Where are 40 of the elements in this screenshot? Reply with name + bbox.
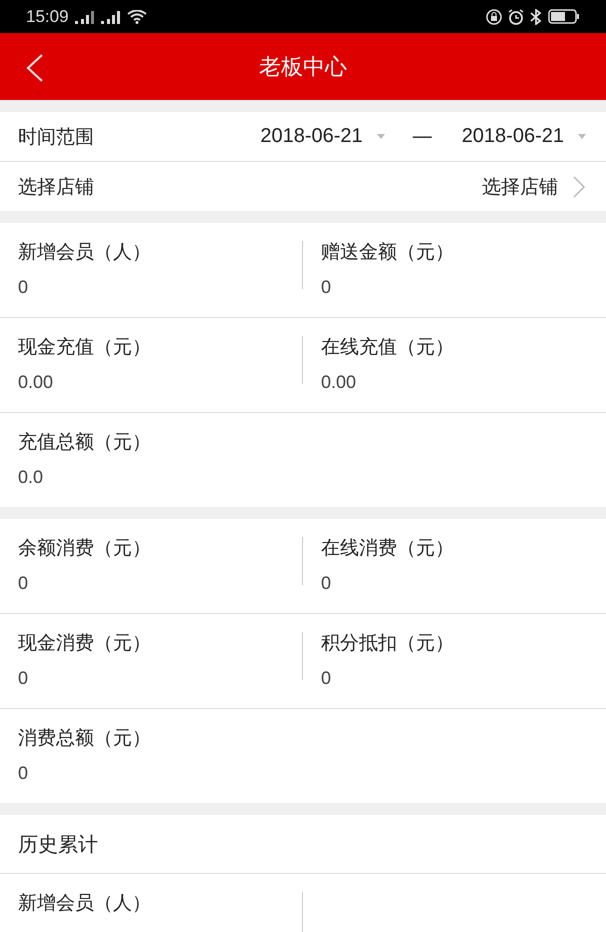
metric-value: 0.00 — [321, 372, 358, 393]
wifi-icon — [126, 10, 147, 24]
metric-label: 充值总额（元） — [18, 430, 152, 455]
metric-label: 新增会员（人） — [18, 240, 152, 265]
metric-label: 赠送金额（元） — [321, 240, 455, 265]
metric-label: 现金消费（元） — [18, 631, 152, 656]
signal-icon — [100, 10, 121, 24]
field-label: 选择店铺 — [18, 174, 94, 200]
metric-label: 在线消费（元） — [321, 536, 455, 561]
store-selector[interactable]: 选择店铺 — [482, 174, 586, 200]
signal-icon — [74, 10, 95, 24]
lock-rotation-icon — [486, 8, 502, 24]
metric-value: 0 — [18, 763, 30, 784]
caret-icon — [578, 134, 586, 139]
bluetooth-icon — [530, 8, 542, 24]
metric-label: 余额消费（元） — [18, 536, 152, 561]
metric-value: 0 — [18, 668, 30, 689]
metric-value: 0.00 — [18, 372, 54, 393]
metric-label: 在线充值（元） — [321, 335, 455, 360]
metric-value: 0.0 — [18, 467, 44, 488]
section-title: 历史累计 — [0, 815, 606, 874]
battery-icon — [548, 9, 580, 24]
metric-label: 新增会员（人） — [18, 891, 152, 916]
metric-label: 消费总额（元） — [18, 726, 152, 751]
chevron-right-icon — [572, 176, 586, 198]
end-date-picker[interactable]: 2018-06-21 — [462, 125, 586, 148]
caret-icon — [376, 134, 385, 139]
metric-value: 0 — [18, 277, 30, 298]
alarm-icon — [508, 8, 524, 24]
metric-label: 积分抵扣（元） — [321, 631, 455, 656]
field-label: 时间范围 — [18, 124, 94, 150]
range-separator: — — [412, 126, 432, 148]
metric-label: 现金充值（元） — [18, 335, 152, 360]
metric-value: 0 — [18, 573, 30, 594]
start-date-picker[interactable]: 2018-06-21 — [260, 125, 385, 148]
metric-value: 0 — [321, 668, 332, 689]
metric-value: 0 — [321, 573, 332, 594]
clock-time: 15:09 — [26, 6, 69, 26]
metric-value: 0 — [321, 277, 332, 298]
page-title: 老板中心 — [259, 54, 347, 82]
